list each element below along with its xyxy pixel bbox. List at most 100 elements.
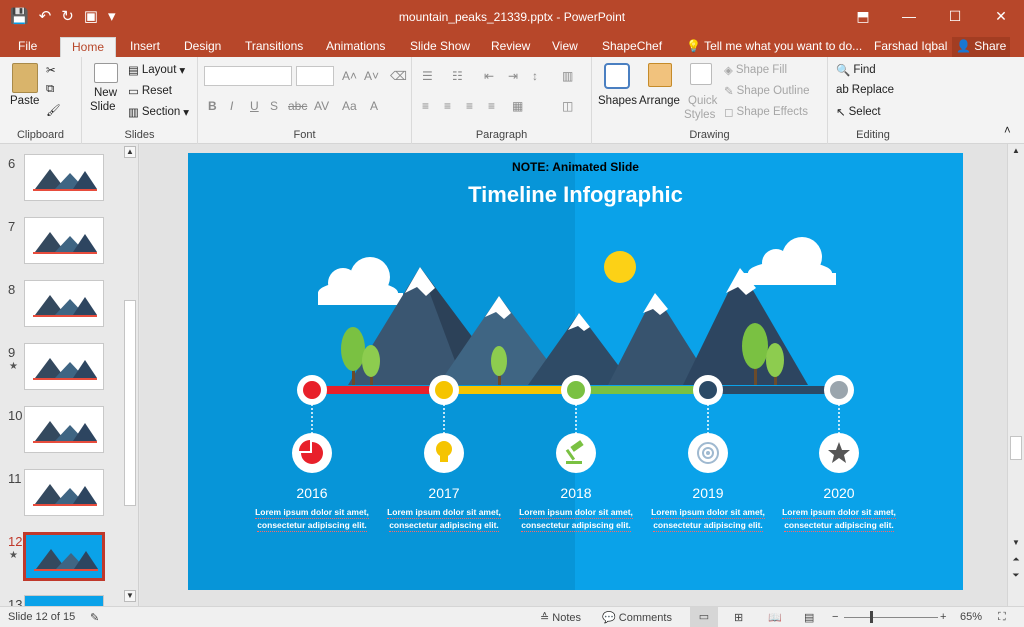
align-center-icon[interactable]: ≡ bbox=[444, 99, 451, 113]
scroll-down-icon[interactable]: ▼ bbox=[124, 590, 136, 602]
current-slide[interactable]: NOTE: Animated Slide Timeline Infographi… bbox=[188, 153, 963, 590]
thumbnail-image[interactable] bbox=[24, 406, 104, 453]
increase-font-icon[interactable]: A˄ bbox=[342, 69, 357, 83]
copy-icon[interactable]: ⧉ bbox=[46, 83, 54, 96]
previous-slide-icon[interactable]: ⏶ bbox=[1010, 554, 1022, 568]
scroll-up-icon[interactable]: ▲ bbox=[1010, 146, 1022, 158]
reading-view-icon[interactable]: 📖 bbox=[768, 611, 782, 624]
numbering-icon[interactable]: ☷ bbox=[452, 69, 463, 83]
scroll-up-icon[interactable]: ▲ bbox=[124, 146, 136, 158]
italic-icon[interactable]: I bbox=[230, 99, 233, 113]
spell-check-icon[interactable]: ✎ bbox=[90, 611, 99, 624]
shadow-icon[interactable]: S bbox=[270, 99, 278, 113]
next-slide-icon[interactable]: ⏷ bbox=[1010, 570, 1022, 584]
replace-button[interactable]: ab Replace bbox=[836, 84, 894, 96]
justify-icon[interactable]: ≡ bbox=[488, 99, 495, 113]
tab-file[interactable]: File bbox=[14, 37, 41, 57]
zoom-out-icon[interactable]: − bbox=[832, 611, 838, 623]
slide-thumbnail-7[interactable]: 7 bbox=[0, 217, 122, 279]
slideshow-view-icon[interactable]: ▤ bbox=[804, 611, 814, 624]
shapes-button[interactable]: Shapes bbox=[598, 95, 637, 107]
slide-sorter-icon[interactable]: ⊞ bbox=[734, 611, 743, 624]
notes-button[interactable]: ≙ Notes bbox=[540, 611, 581, 624]
align-right-icon[interactable]: ≡ bbox=[466, 99, 473, 113]
tab-shapechef[interactable]: ShapeChef bbox=[598, 37, 666, 57]
quick-styles-label-1[interactable]: Quick bbox=[688, 95, 717, 107]
cut-icon[interactable]: ✂ bbox=[46, 63, 56, 77]
editor-scrollbar[interactable]: ▲ ▼ ⏶ ⏷ bbox=[1007, 144, 1024, 606]
collapse-ribbon-icon[interactable]: ˄ bbox=[1004, 125, 1011, 137]
zoom-in-icon[interactable]: + bbox=[940, 611, 946, 623]
arrange-icon[interactable] bbox=[648, 63, 672, 87]
new-slide-label-1[interactable]: New bbox=[94, 87, 117, 99]
increase-indent-icon[interactable]: ⇥ bbox=[508, 69, 518, 83]
arrange-button[interactable]: Arrange bbox=[639, 95, 680, 107]
shape-effects-button[interactable]: ◻ Shape Effects bbox=[724, 105, 808, 119]
thumbnail-image[interactable] bbox=[24, 595, 104, 606]
reset-button[interactable]: ▭ Reset bbox=[128, 84, 172, 98]
layout-button[interactable]: ▤ Layout ▾ bbox=[128, 63, 185, 77]
select-button[interactable]: ↖ Select bbox=[836, 105, 881, 119]
slide-thumbnail-9[interactable]: 9 ★ bbox=[0, 343, 122, 405]
fit-slide-icon[interactable]: ⛶ bbox=[998, 611, 1006, 624]
slide-thumbnail-12[interactable]: 12 ★ bbox=[0, 532, 122, 594]
thumbnail-image[interactable] bbox=[23, 532, 105, 581]
shape-fill-button[interactable]: ◈ Shape Fill bbox=[724, 63, 787, 77]
normal-view-icon[interactable]: ▭ bbox=[690, 607, 718, 627]
bullets-icon[interactable]: ☰ bbox=[422, 69, 433, 83]
quick-styles-icon[interactable] bbox=[690, 63, 712, 85]
zoom-slider[interactable] bbox=[844, 617, 938, 618]
thumbnail-image[interactable] bbox=[24, 469, 104, 516]
font-name-input[interactable] bbox=[204, 66, 292, 86]
text-direction-icon[interactable]: ▦ bbox=[512, 99, 523, 113]
slide-thumbnail-8[interactable]: 8 bbox=[0, 280, 122, 342]
paste-button[interactable]: Paste bbox=[10, 95, 39, 107]
tab-transitions[interactable]: Transitions bbox=[241, 37, 307, 57]
minimize-button[interactable]: — bbox=[886, 0, 932, 32]
slide-thumbnail-11[interactable]: 11 bbox=[0, 469, 122, 531]
tab-design[interactable]: Design bbox=[180, 37, 225, 57]
decrease-font-icon[interactable]: A˅ bbox=[364, 69, 379, 83]
thumbnail-image[interactable] bbox=[24, 280, 104, 327]
bold-icon[interactable]: B bbox=[208, 99, 217, 113]
tab-animations[interactable]: Animations bbox=[322, 37, 389, 57]
line-spacing-icon[interactable]: ↕ bbox=[532, 69, 538, 83]
comments-button[interactable]: 💬 Comments bbox=[602, 611, 672, 624]
editor-scroll-thumb[interactable] bbox=[1010, 436, 1022, 460]
align-left-icon[interactable]: ≡ bbox=[422, 99, 429, 113]
columns-icon[interactable]: ▥ bbox=[562, 69, 573, 83]
tab-review[interactable]: Review bbox=[487, 37, 534, 57]
slide-thumbnail-10[interactable]: 10 bbox=[0, 406, 122, 468]
ribbon-display-options-icon[interactable]: ⬒ bbox=[840, 0, 886, 32]
slide-thumbnail-6[interactable]: 6 bbox=[0, 154, 122, 216]
section-button[interactable]: ▥ Section ▾ bbox=[128, 105, 189, 119]
underline-icon[interactable]: U bbox=[250, 99, 259, 113]
share-button[interactable]: 👤 Share bbox=[952, 37, 1011, 57]
zoom-slider-thumb[interactable] bbox=[870, 611, 873, 623]
change-case-icon[interactable]: Aa bbox=[342, 99, 357, 113]
slide-thumbnail-13[interactable]: 13 bbox=[0, 595, 122, 606]
shape-outline-button[interactable]: ✎ Shape Outline bbox=[724, 84, 810, 98]
spacing-icon[interactable]: AV bbox=[314, 99, 329, 113]
scroll-down-icon[interactable]: ▼ bbox=[1010, 538, 1022, 550]
tell-me-box[interactable]: 💡 Tell me what you want to do... bbox=[682, 37, 866, 57]
new-slide-label-2[interactable]: Slide bbox=[90, 101, 116, 113]
user-name[interactable]: Farshad Iqbal bbox=[870, 37, 951, 57]
quick-styles-label-2[interactable]: Styles bbox=[684, 109, 715, 121]
shapes-icon[interactable] bbox=[604, 63, 630, 89]
thumbnail-image[interactable] bbox=[24, 343, 104, 390]
maximize-button[interactable]: ☐ bbox=[932, 0, 978, 32]
format-painter-icon[interactable]: 🖌 bbox=[46, 103, 61, 117]
font-color-icon[interactable]: A bbox=[370, 99, 378, 113]
tab-insert[interactable]: Insert bbox=[126, 37, 164, 57]
strikethrough-icon[interactable]: abc bbox=[288, 99, 307, 113]
smartart-icon[interactable]: ◫ bbox=[562, 99, 573, 113]
thumbnail-image[interactable] bbox=[24, 217, 104, 264]
close-button[interactable]: ✕ bbox=[978, 0, 1024, 32]
new-slide-icon[interactable] bbox=[94, 63, 118, 83]
thumbnail-scroll-thumb[interactable] bbox=[124, 300, 136, 506]
clear-format-icon[interactable]: ⌫ bbox=[390, 69, 407, 83]
tab-home[interactable]: Home bbox=[60, 37, 116, 57]
find-button[interactable]: 🔍 Find bbox=[836, 63, 876, 77]
decrease-indent-icon[interactable]: ⇤ bbox=[484, 69, 494, 83]
